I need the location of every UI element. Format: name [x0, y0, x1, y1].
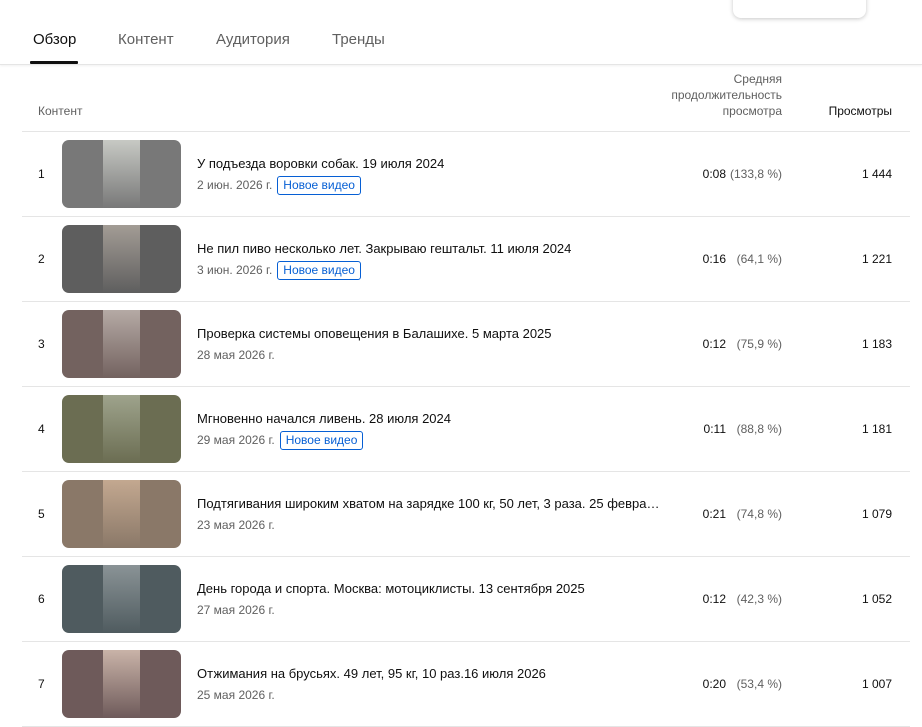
- video-meta: 25 мая 2026 г.: [197, 685, 275, 705]
- row-rank: 6: [38, 592, 45, 606]
- table-row[interactable]: 2 Не пил пиво несколько лет. Закрываю ге…: [22, 217, 910, 302]
- row-rank: 3: [38, 337, 45, 351]
- video-thumbnail[interactable]: [62, 565, 181, 633]
- video-thumbnail[interactable]: [62, 650, 181, 718]
- views-value: 1 181: [861, 422, 892, 436]
- new-video-badge: Новое видео: [279, 430, 364, 450]
- video-meta: 27 мая 2026 г.: [197, 600, 275, 620]
- avg-duration-value: 0:08: [702, 167, 726, 181]
- video-thumbnail[interactable]: [62, 225, 181, 293]
- views-value: 1 221: [861, 252, 892, 266]
- video-title[interactable]: Отжимания на брусьях. 49 лет, 95 кг, 10 …: [197, 666, 667, 681]
- avg-duration-percent: (75,9 %): [736, 337, 782, 351]
- video-title[interactable]: День города и спорта. Москва: мотоциклис…: [197, 581, 667, 596]
- video-meta: 23 мая 2026 г.: [197, 515, 275, 535]
- thumbnail-frame: [103, 225, 140, 293]
- tab-overview[interactable]: Обзор: [33, 31, 76, 48]
- views-value: 1 444: [861, 167, 892, 181]
- publish-date: 3 июн. 2026 г.: [197, 263, 273, 277]
- column-header-views[interactable]: Просмотры: [829, 103, 892, 119]
- avg-duration-percent: (64,1 %): [736, 252, 782, 266]
- views-value: 1 183: [861, 337, 892, 351]
- row-rank: 1: [38, 167, 45, 181]
- video-meta: 29 мая 2026 г. Новое видео: [197, 430, 364, 450]
- avg-duration-value: 0:16: [702, 252, 726, 266]
- avg-duration-percent: (42,3 %): [736, 592, 782, 606]
- tab-content[interactable]: Контент: [118, 31, 174, 48]
- avg-duration-value: 0:21: [702, 507, 726, 521]
- publish-date: 29 мая 2026 г.: [197, 433, 275, 447]
- table-row[interactable]: 1 У подъезда воровки собак. 19 июля 2024…: [22, 132, 910, 217]
- avg-duration-percent: (74,8 %): [736, 507, 782, 521]
- video-thumbnail[interactable]: [62, 480, 181, 548]
- video-thumbnail[interactable]: [62, 310, 181, 378]
- thumbnail-frame: [103, 480, 140, 548]
- new-video-badge: Новое видео: [277, 260, 361, 280]
- row-rank: 2: [38, 252, 45, 266]
- publish-date: 25 мая 2026 г.: [197, 688, 275, 702]
- table-row[interactable]: 6 День города и спорта. Москва: мотоцикл…: [22, 557, 910, 642]
- video-title[interactable]: Подтягивания широким хватом на зарядке 1…: [197, 496, 667, 511]
- tab-bar: Обзор Контент Аудитория Тренды: [0, 0, 922, 65]
- thumbnail-frame: [103, 650, 140, 718]
- video-thumbnail[interactable]: [62, 395, 181, 463]
- video-meta: 2 июн. 2026 г. Новое видео: [197, 175, 361, 195]
- table-row[interactable]: 4 Мгновенно начался ливень. 28 июля 2024…: [22, 387, 910, 472]
- column-header-avg-duration[interactable]: Средняя продолжительность просмотра: [642, 71, 782, 119]
- video-meta: 28 мая 2026 г.: [197, 345, 275, 365]
- publish-date: 28 мая 2026 г.: [197, 348, 275, 362]
- video-title[interactable]: Не пил пиво несколько лет. Закрываю гешт…: [197, 241, 667, 256]
- avg-duration-percent: (88,8 %): [736, 422, 782, 436]
- table-row[interactable]: 7 Отжимания на брусьях. 49 лет, 95 кг, 1…: [22, 642, 910, 727]
- tab-audience[interactable]: Аудитория: [216, 31, 290, 48]
- row-rank: 4: [38, 422, 45, 436]
- video-meta: 3 июн. 2026 г. Новое видео: [197, 260, 361, 280]
- video-title[interactable]: Мгновенно начался ливень. 28 июля 2024: [197, 411, 667, 426]
- row-rank: 5: [38, 507, 45, 521]
- views-value: 1 052: [861, 592, 892, 606]
- publish-date: 23 мая 2026 г.: [197, 518, 275, 532]
- thumbnail-frame: [103, 565, 140, 633]
- video-title[interactable]: Проверка системы оповещения в Балашихе. …: [197, 326, 667, 341]
- avg-duration-percent: (53,4 %): [736, 677, 782, 691]
- publish-date: 2 июн. 2026 г.: [197, 178, 273, 192]
- video-thumbnail[interactable]: [62, 140, 181, 208]
- views-value: 1 007: [861, 677, 892, 691]
- new-video-badge: Новое видео: [277, 175, 361, 195]
- thumbnail-frame: [103, 140, 140, 208]
- avg-duration-percent: (133,8 %): [729, 167, 782, 181]
- row-rank: 7: [38, 677, 45, 691]
- table-row[interactable]: 5 Подтягивания широким хватом на зарядке…: [22, 472, 910, 557]
- thumbnail-frame: [103, 310, 140, 378]
- publish-date: 27 мая 2026 г.: [197, 603, 275, 617]
- avg-duration-value: 0:12: [702, 337, 726, 351]
- table-row[interactable]: 3 Проверка системы оповещения в Балашихе…: [22, 302, 910, 387]
- column-header-content[interactable]: Контент: [38, 103, 82, 119]
- avg-duration-value: 0:12: [702, 592, 726, 606]
- views-value: 1 079: [861, 507, 892, 521]
- tab-trends[interactable]: Тренды: [332, 31, 385, 48]
- video-title[interactable]: У подъезда воровки собак. 19 июля 2024: [197, 156, 667, 171]
- active-tab-indicator: [30, 61, 78, 64]
- thumbnail-frame: [103, 395, 140, 463]
- avg-duration-value: 0:20: [702, 677, 726, 691]
- avg-duration-value: 0:11: [703, 422, 726, 436]
